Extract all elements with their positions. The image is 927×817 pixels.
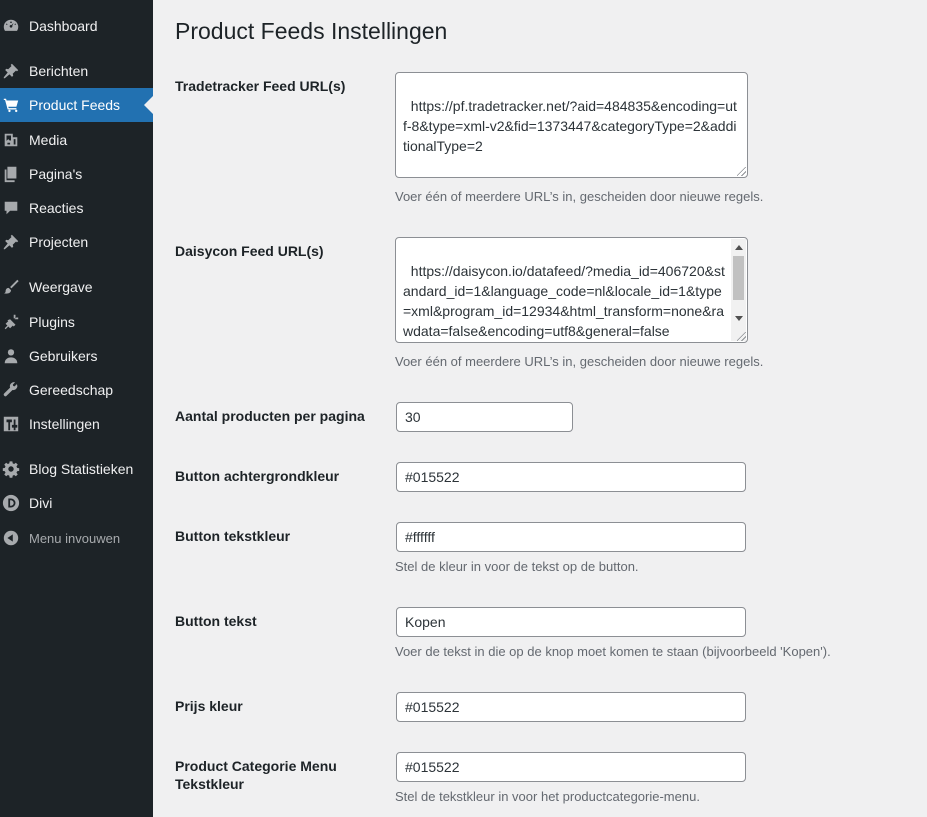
category-menu-color-input[interactable]	[396, 752, 746, 782]
sidebar-item-label: Blog Statistieken	[29, 461, 134, 477]
category-menu-color-label-line1: Product Categorie Menu	[175, 758, 337, 774]
gear-icon	[1, 459, 21, 479]
divi-icon	[1, 493, 21, 513]
products-per-page-input[interactable]	[396, 402, 573, 432]
button-bg-color-input[interactable]	[396, 462, 746, 492]
tradetracker-description: Voer één of meerdere URL’s in, gescheide…	[395, 189, 764, 204]
category-menu-color-description: Stel de tekstkleur in voor het productca…	[395, 789, 700, 804]
sidebar-item-label: Instellingen	[29, 416, 100, 432]
tradetracker-label: Tradetracker Feed URL(s)	[175, 78, 346, 94]
sidebar-item-label: Projecten	[29, 234, 89, 250]
sidebar-item-label: Berichten	[29, 63, 89, 79]
sidebar-item-label: Product Feeds	[29, 97, 121, 113]
button-bg-label: Button achtergrondkleur	[175, 468, 340, 484]
sidebar-item-label: Menu invouwen	[29, 530, 121, 546]
sidebar-item-label: Weergave	[29, 279, 93, 295]
sidebar-item-media[interactable]: Media	[0, 123, 153, 157]
plugin-icon	[1, 312, 21, 332]
sidebar-item-gereedschap[interactable]: Gereedschap	[0, 373, 153, 407]
brush-icon	[1, 277, 21, 297]
comment-icon	[1, 198, 21, 218]
daisycon-description: Voer één of meerdere URL’s in, gescheide…	[395, 354, 764, 369]
pin-icon	[1, 61, 21, 81]
button-text-color-label: Button tekstkleur	[175, 528, 291, 544]
scroll-thumb[interactable]	[733, 256, 744, 300]
admin-sidebar: Dashboard Berichten Product Feeds Media …	[0, 0, 153, 817]
category-menu-color-label-line2: Tekstkleur	[175, 776, 244, 792]
sidebar-item-projecten[interactable]: Projecten	[0, 225, 153, 259]
sidebar-item-divi[interactable]: Divi	[0, 486, 153, 520]
sidebar-item-label: Divi	[29, 495, 53, 511]
sidebar-item-plugins[interactable]: Plugins	[0, 305, 153, 339]
price-color-label: Prijs kleur	[175, 698, 243, 714]
sidebar-item-label: Media	[29, 132, 68, 148]
page-title: Product Feeds Instellingen	[175, 18, 448, 44]
sidebar-item-weergave[interactable]: Weergave	[0, 270, 153, 304]
resize-handle[interactable]	[737, 167, 746, 176]
settings-icon	[1, 414, 21, 434]
sidebar-item-reacties[interactable]: Reacties	[0, 191, 153, 225]
per-page-label: Aantal producten per pagina	[175, 408, 365, 424]
category-menu-color-label: Product Categorie Menu Tekstkleur	[175, 757, 375, 793]
wrench-icon	[1, 380, 21, 400]
sidebar-item-gebruikers[interactable]: Gebruikers	[0, 339, 153, 373]
button-text-color-input[interactable]	[396, 522, 746, 552]
collapse-icon	[1, 528, 21, 548]
button-text-description: Voer de tekst in die op de knop moet kom…	[395, 644, 831, 659]
sidebar-item-blog-statistieken[interactable]: Blog Statistieken	[0, 452, 153, 486]
sidebar-item-product-feeds[interactable]: Product Feeds	[0, 88, 153, 122]
pages-icon	[1, 164, 21, 184]
price-color-input[interactable]	[396, 692, 746, 722]
sidebar-item-label: Plugins	[29, 314, 75, 330]
media-icon	[1, 130, 21, 150]
button-text-color-description: Stel de kleur in voor de tekst op de but…	[395, 559, 639, 574]
textarea-scrollbar[interactable]	[731, 239, 746, 341]
sidebar-item-label: Gebruikers	[29, 348, 98, 364]
tradetracker-feed-urls-value: https://pf.tradetracker.net/?aid=484835&…	[403, 98, 737, 154]
sidebar-item-label: Gereedschap	[29, 382, 114, 398]
sidebar-item-label: Reacties	[29, 200, 84, 216]
tradetracker-feed-urls-textarea[interactable]: https://pf.tradetracker.net/?aid=484835&…	[395, 72, 748, 178]
button-text-input[interactable]	[396, 607, 746, 637]
sidebar-item-instellingen[interactable]: Instellingen	[0, 407, 153, 441]
sidebar-item-dashboard[interactable]: Dashboard	[0, 9, 153, 43]
pin-icon	[1, 232, 21, 252]
button-text-label: Button tekst	[175, 613, 257, 629]
resize-handle[interactable]	[737, 332, 746, 341]
sidebar-item-paginas[interactable]: Pagina's	[0, 157, 153, 191]
scroll-down-arrow-icon[interactable]	[735, 316, 743, 321]
sidebar-collapse-menu[interactable]: Menu invouwen	[0, 521, 153, 555]
sidebar-item-label: Dashboard	[29, 18, 98, 34]
daisycon-feed-urls-value: https://daisycon.io/datafeed/?media_id=4…	[403, 263, 725, 339]
dashboard-icon	[1, 16, 21, 36]
scroll-up-arrow-icon[interactable]	[735, 245, 743, 250]
sidebar-item-berichten[interactable]: Berichten	[0, 54, 153, 88]
daisycon-feed-urls-textarea[interactable]: https://daisycon.io/datafeed/?media_id=4…	[395, 237, 748, 343]
user-icon	[1, 346, 21, 366]
cart-icon	[1, 95, 21, 115]
sidebar-item-label: Pagina's	[29, 166, 83, 182]
daisycon-label: Daisycon Feed URL(s)	[175, 243, 324, 259]
